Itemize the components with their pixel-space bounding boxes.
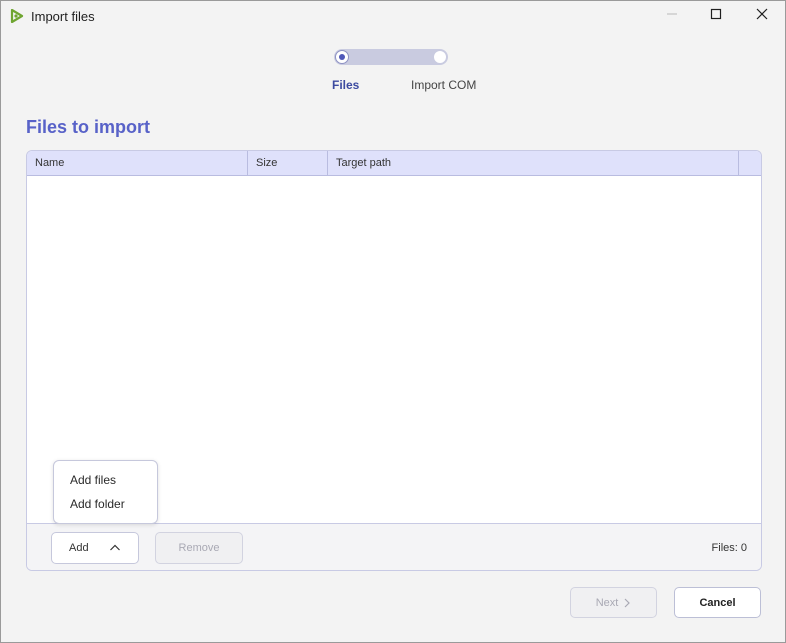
step-label-import-com: Import COM — [411, 78, 477, 92]
column-header-size[interactable]: Size — [248, 151, 328, 175]
close-button[interactable] — [739, 1, 785, 31]
step-indicator-files — [335, 50, 349, 64]
import-files-window: Import files Files Import COM Files to i… — [0, 0, 786, 643]
add-button-label: Add — [69, 542, 89, 554]
maximize-icon — [710, 7, 722, 25]
table-footer: Add Remove Files: 0 — [27, 523, 761, 570]
next-button[interactable]: Next — [570, 587, 657, 618]
table-header: Name Size Target path — [27, 151, 761, 176]
window-title: Import files — [31, 9, 95, 24]
chevron-up-icon — [109, 542, 121, 557]
minimize-button[interactable] — [649, 1, 695, 31]
chevron-right-icon — [623, 598, 631, 608]
step-indicator-import-com — [433, 50, 447, 64]
cancel-button[interactable]: Cancel — [674, 587, 761, 618]
remove-button[interactable]: Remove — [155, 532, 243, 564]
step-progress-track — [334, 49, 448, 65]
add-button[interactable]: Add — [51, 532, 139, 564]
column-header-filler — [739, 151, 761, 175]
minimize-icon — [666, 7, 678, 25]
column-header-target-path[interactable]: Target path — [328, 151, 739, 175]
menu-item-add-folder[interactable]: Add folder — [70, 497, 125, 511]
app-icon — [10, 8, 24, 24]
maximize-button[interactable] — [693, 1, 739, 31]
menu-item-add-files[interactable]: Add files — [70, 473, 116, 487]
step-label-files: Files — [332, 78, 360, 92]
close-icon — [756, 7, 768, 25]
add-dropdown-menu: Add files Add folder — [53, 460, 158, 524]
files-count-label: Files: 0 — [711, 542, 747, 554]
column-header-name[interactable]: Name — [27, 151, 248, 175]
page-title: Files to import — [26, 117, 151, 137]
next-button-label: Next — [595, 596, 619, 609]
title-bar: Import files — [1, 1, 785, 31]
